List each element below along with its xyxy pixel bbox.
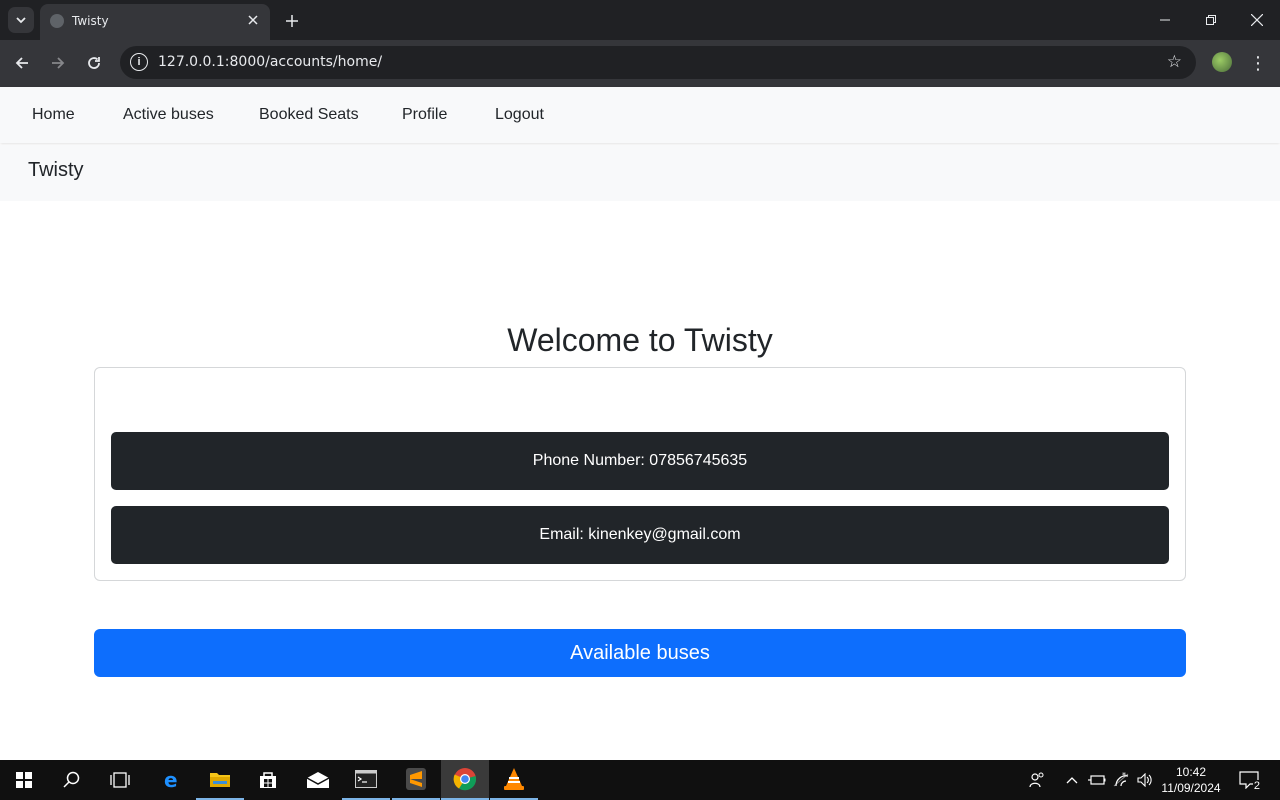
tab-close-button[interactable]	[244, 11, 262, 29]
battery-icon	[1088, 775, 1106, 785]
top-navbar: Home Active buses Booked Seats Profile L…	[0, 87, 1280, 143]
chevron-down-icon	[16, 17, 26, 24]
plus-icon	[286, 15, 298, 27]
windows-logo-icon	[16, 772, 32, 788]
wifi-icon: *	[1113, 772, 1129, 787]
chrome-icon	[453, 768, 477, 791]
task-view-button[interactable]	[96, 760, 144, 800]
taskbar-file-explorer[interactable]	[196, 760, 244, 800]
tab-search-button[interactable]	[8, 7, 34, 33]
nav-link-home[interactable]: Home	[32, 106, 75, 124]
web-page: Home Active buses Booked Seats Profile L…	[0, 87, 1280, 760]
speaker-icon	[1137, 773, 1152, 787]
close-icon	[1251, 14, 1263, 26]
browser-toolbar: i 127.0.0.1:8000/accounts/home/ ☆ ⋮	[0, 40, 1280, 87]
taskbar-mail[interactable]	[294, 760, 342, 800]
site-info-icon[interactable]: i	[130, 53, 148, 71]
arrow-left-icon	[15, 57, 28, 69]
browser-tab-strip: Twisty	[0, 0, 1280, 40]
page-title: Welcome to Twisty	[507, 322, 773, 358]
address-bar[interactable]: i 127.0.0.1:8000/accounts/home/ ☆	[120, 46, 1196, 79]
globe-icon	[50, 14, 64, 28]
action-center-button[interactable]: 2	[1236, 768, 1262, 792]
email-box[interactable]: Email: kinenkey@gmail.com	[111, 506, 1169, 564]
svg-text:e: e	[164, 770, 178, 790]
taskbar: e * 10:42 11/09/2024 2	[0, 760, 1280, 800]
minimize-button[interactable]	[1142, 6, 1188, 34]
clock-date: 11/09/2024	[1161, 781, 1221, 795]
close-window-button[interactable]	[1234, 6, 1280, 34]
nav-link-active-buses[interactable]: Active buses	[123, 106, 214, 124]
people-icon	[1029, 772, 1044, 788]
search-icon	[63, 771, 80, 788]
terminal-icon	[355, 770, 377, 788]
taskbar-sublime-text[interactable]	[392, 760, 440, 800]
task-view-icon	[110, 772, 130, 788]
tab-title: Twisty	[72, 14, 109, 28]
mail-icon	[306, 772, 330, 788]
browser-tab[interactable]: Twisty	[40, 4, 270, 40]
new-tab-button[interactable]	[280, 9, 304, 33]
browser-menu-icon[interactable]: ⋮	[1248, 50, 1268, 76]
brand-bar: Twisty	[0, 145, 1280, 201]
taskbar-vlc[interactable]	[490, 760, 538, 800]
brand-name[interactable]: Twisty	[28, 159, 84, 182]
profile-avatar[interactable]	[1212, 52, 1232, 72]
edge-icon: e	[164, 770, 178, 790]
nav-link-profile[interactable]: Profile	[402, 106, 447, 124]
svg-text:*: *	[1122, 772, 1126, 780]
folder-icon	[210, 773, 230, 787]
show-hidden-icons-button[interactable]	[1062, 760, 1082, 800]
nav-link-logout[interactable]: Logout	[495, 106, 544, 124]
chevron-up-icon	[1066, 777, 1078, 784]
taskbar-terminal[interactable]	[342, 760, 390, 800]
nav-link-booked-seats[interactable]: Booked Seats	[259, 106, 359, 124]
notification-count: 2	[1252, 780, 1261, 792]
forward-button[interactable]	[44, 49, 72, 77]
start-button[interactable]	[0, 760, 48, 800]
vlc-icon	[504, 768, 524, 790]
volume-tray-icon[interactable]	[1134, 760, 1156, 800]
restore-icon	[1206, 15, 1216, 25]
store-icon	[260, 772, 276, 788]
bookmark-star-icon[interactable]: ☆	[1167, 52, 1182, 72]
system-clock[interactable]: 10:42 11/09/2024	[1158, 764, 1224, 796]
back-button[interactable]	[8, 49, 36, 77]
restore-button[interactable]	[1188, 6, 1234, 34]
contact-card: Phone Number: 07856745635 Email: kinenke…	[94, 367, 1186, 581]
taskbar-edge[interactable]: e	[148, 760, 196, 800]
taskbar-store[interactable]	[244, 760, 292, 800]
available-buses-button[interactable]: Available buses	[94, 629, 1186, 677]
phone-number-box[interactable]: Phone Number: 07856745635	[111, 432, 1169, 490]
taskbar-chrome[interactable]	[441, 760, 489, 800]
url-text: 127.0.0.1:8000/accounts/home/	[158, 54, 383, 70]
sublime-text-icon	[406, 768, 426, 790]
minimize-icon	[1160, 19, 1170, 21]
battery-tray-icon[interactable]	[1086, 760, 1108, 800]
reload-icon	[88, 57, 100, 69]
people-tray-icon[interactable]	[1026, 760, 1048, 800]
reload-button[interactable]	[80, 49, 108, 77]
network-tray-icon[interactable]: *	[1110, 760, 1132, 800]
clock-time: 10:42	[1175, 765, 1207, 779]
search-button[interactable]	[48, 760, 96, 800]
close-icon	[248, 15, 258, 25]
arrow-right-icon	[52, 57, 65, 69]
